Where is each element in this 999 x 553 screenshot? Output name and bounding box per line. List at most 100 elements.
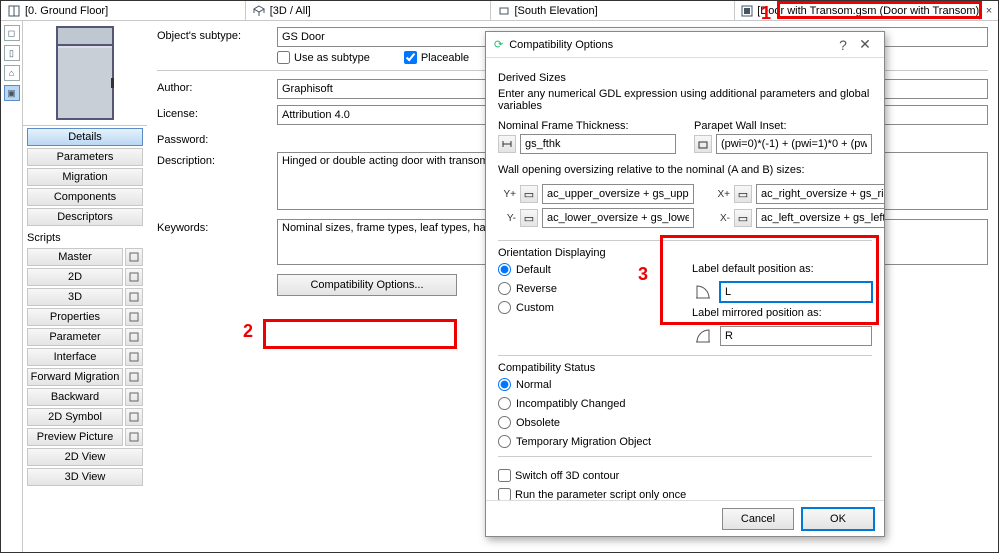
y-minus-field[interactable] xyxy=(542,208,694,228)
derived-sizes-heading: Derived Sizes xyxy=(498,72,872,84)
rail-icon-screen[interactable]: ▣ xyxy=(4,85,20,101)
x-minus-icon: X- xyxy=(712,213,730,224)
status-normal[interactable]: Normal xyxy=(498,378,872,391)
switch-off-3d-check[interactable]: Switch off 3D contour xyxy=(498,469,852,482)
thickness-icon xyxy=(498,135,516,153)
open-script-icon[interactable] xyxy=(125,308,143,326)
script-2d[interactable]: 2D xyxy=(27,268,123,286)
tab-south-elevation[interactable]: [South Elevation] xyxy=(491,1,736,20)
keywords-label: Keywords: xyxy=(157,219,267,234)
compat-status-heading: Compatibility Status xyxy=(498,362,872,374)
tab-label: [South Elevation] xyxy=(515,5,598,17)
author-label: Author: xyxy=(157,79,267,94)
script-backward-migration[interactable]: Backward Migration xyxy=(27,388,123,406)
script-forward-migration[interactable]: Forward Migration xyxy=(27,368,123,386)
tab-label: [3D / All] xyxy=(270,5,311,17)
placeable-check[interactable]: Placeable xyxy=(404,51,469,64)
script-properties[interactable]: Properties xyxy=(27,308,123,326)
close-tab-button[interactable]: × xyxy=(980,1,998,20)
dim-icon: ▭ xyxy=(734,209,752,227)
swing-icon xyxy=(692,281,714,303)
open-script-icon[interactable] xyxy=(125,408,143,426)
open-script-icon[interactable] xyxy=(125,428,143,446)
x-minus-field[interactable] xyxy=(756,208,884,228)
label-default-field[interactable] xyxy=(720,282,872,302)
script-3d[interactable]: 3D xyxy=(27,288,123,306)
status-temp-migration[interactable]: Temporary Migration Object xyxy=(498,435,872,448)
cancel-button[interactable]: Cancel xyxy=(722,508,794,530)
compatibility-options-button[interactable]: Compatibility Options... xyxy=(277,274,457,296)
oversize-label: Wall opening oversizing relative to the … xyxy=(498,164,872,176)
tab-gdl-object[interactable]: [Door with Transom.gsm (Door with Transo… xyxy=(735,1,980,20)
open-script-icon[interactable] xyxy=(125,268,143,286)
compatibility-options-dialog: ⟳ Compatibility Options ? ✕ Derived Size… xyxy=(485,31,885,537)
open-script-icon[interactable] xyxy=(125,248,143,266)
derived-sizes-note: Enter any numerical GDL expression using… xyxy=(498,88,872,112)
x-plus-icon: X+ xyxy=(712,189,730,200)
use-as-subtype-check[interactable]: Use as subtype xyxy=(277,51,370,64)
elevation-icon xyxy=(497,5,511,17)
nominal-thickness-label: Nominal Frame Thickness: xyxy=(498,120,676,132)
label-mirrored-field[interactable] xyxy=(720,326,872,346)
y-plus-field[interactable] xyxy=(542,184,694,204)
tab-ground-floor[interactable]: [0. Ground Floor] xyxy=(1,1,246,20)
script-2d-view[interactable]: 2D View xyxy=(27,448,143,466)
cube-icon xyxy=(252,5,266,17)
x-plus-field[interactable] xyxy=(756,184,884,204)
view-tabs: [0. Ground Floor] [3D / All] [South Elev… xyxy=(1,1,998,21)
dim-icon: ▭ xyxy=(520,209,538,227)
orient-default[interactable]: Default xyxy=(498,263,674,276)
rail-icon-door[interactable]: ▯ xyxy=(4,45,20,61)
dialog-title: Compatibility Options xyxy=(509,39,613,51)
script-interface[interactable]: Interface xyxy=(27,348,123,366)
object-preview xyxy=(23,21,147,126)
script-preview-picture[interactable]: Preview Picture xyxy=(27,428,123,446)
nav-descriptors[interactable]: Descriptors xyxy=(27,208,143,226)
nominal-thickness-field[interactable] xyxy=(520,134,676,154)
tab-3d[interactable]: [3D / All] xyxy=(246,1,491,20)
rail-icon-subtype[interactable]: ◻ xyxy=(4,25,20,41)
subtype-label: Object's subtype: xyxy=(157,27,267,42)
nav-migration[interactable]: Migration xyxy=(27,168,143,186)
description-label: Description: xyxy=(157,152,267,167)
password-label: Password: xyxy=(157,131,267,146)
dim-icon: ▭ xyxy=(734,185,752,203)
door-preview-graphic xyxy=(56,26,114,120)
tab-label: [Door with Transom.gsm (Door with Transo… xyxy=(757,5,980,17)
refresh-icon: ⟳ xyxy=(494,38,503,51)
open-script-icon[interactable] xyxy=(125,328,143,346)
status-incompat[interactable]: Incompatibly Changed xyxy=(498,397,872,410)
open-script-icon[interactable] xyxy=(125,388,143,406)
parapet-field[interactable] xyxy=(716,134,872,154)
y-minus-icon: Y- xyxy=(498,213,516,224)
status-obsolete[interactable]: Obsolete xyxy=(498,416,872,429)
run-once-check[interactable]: Run the parameter script only once xyxy=(498,488,852,500)
parapet-label: Parapet Wall Inset: xyxy=(694,120,872,132)
view-rail: ◻ ▯ ⌂ ▣ xyxy=(1,21,23,552)
scripts-heading: Scripts xyxy=(23,228,147,246)
ok-button[interactable]: OK xyxy=(802,508,874,530)
help-button[interactable]: ? xyxy=(832,37,854,53)
open-script-icon[interactable] xyxy=(125,288,143,306)
script-parameter[interactable]: Parameter xyxy=(27,328,123,346)
open-script-icon[interactable] xyxy=(125,348,143,366)
parapet-icon xyxy=(694,135,712,153)
rail-icon-home[interactable]: ⌂ xyxy=(4,65,20,81)
orient-custom[interactable]: Custom xyxy=(498,301,674,314)
script-master[interactable]: Master xyxy=(27,248,123,266)
orientation-heading: Orientation Displaying xyxy=(498,247,872,259)
object-nav: Details Parameters Migration Components … xyxy=(23,21,147,552)
nav-details[interactable]: Details xyxy=(27,128,143,146)
gdl-icon xyxy=(741,5,753,17)
nav-components[interactable]: Components xyxy=(27,188,143,206)
label-default-heading: Label default position as: xyxy=(692,263,872,275)
license-label: License: xyxy=(157,105,267,120)
dim-icon: ▭ xyxy=(520,185,538,203)
script-2d-symbol[interactable]: 2D Symbol xyxy=(27,408,123,426)
nav-parameters[interactable]: Parameters xyxy=(27,148,143,166)
close-icon[interactable]: ✕ xyxy=(854,36,876,53)
open-script-icon[interactable] xyxy=(125,368,143,386)
orient-reverse[interactable]: Reverse xyxy=(498,282,674,295)
y-plus-icon: Y+ xyxy=(498,189,516,200)
script-3d-view[interactable]: 3D View xyxy=(27,468,143,486)
